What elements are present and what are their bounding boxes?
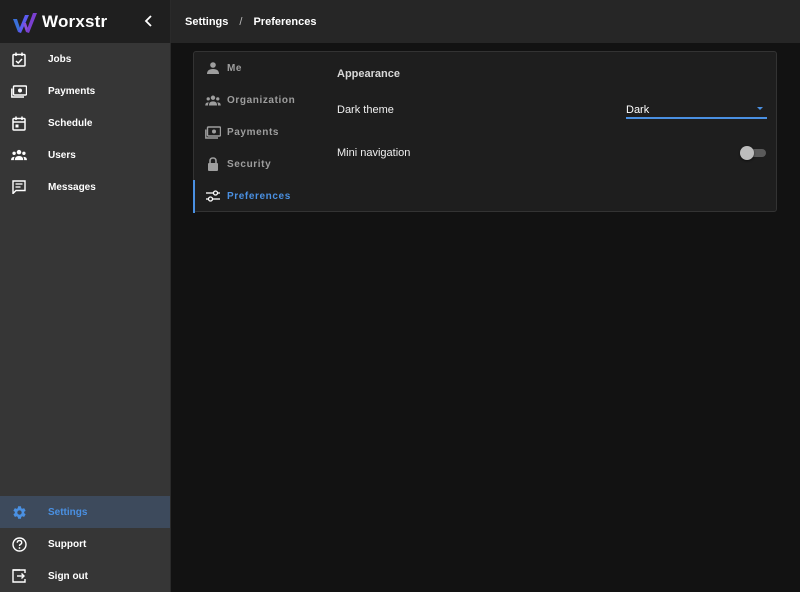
- sidebar-item-users[interactable]: Users: [0, 139, 170, 171]
- sidebar-item-payments[interactable]: Payments: [0, 75, 170, 107]
- dark-theme-select[interactable]: Dark: [626, 102, 767, 119]
- brand-header: Worxstr: [0, 0, 170, 43]
- tab-label: Organization: [227, 94, 296, 106]
- tab-label: Me: [227, 62, 243, 74]
- breadcrumb-root[interactable]: Settings: [185, 16, 228, 28]
- breadcrumb-current: Preferences: [253, 15, 317, 28]
- tab-me[interactable]: Me: [194, 52, 326, 84]
- cash-icon: [205, 124, 221, 140]
- breadcrumb-separator: /: [239, 15, 243, 28]
- sidebar-item-label: Sign out: [48, 570, 88, 582]
- sidebar-item-label: Messages: [48, 181, 96, 193]
- sidebar-item-label: Payments: [48, 85, 96, 97]
- users-icon: [11, 147, 27, 163]
- sidebar-item-label: Schedule: [48, 117, 93, 129]
- help-icon: [11, 536, 27, 552]
- sidebar: Worxstr Jobs Payments Schedule Users Mes…: [0, 0, 171, 592]
- sidebar-item-messages[interactable]: Messages: [0, 171, 170, 203]
- gear-icon: [11, 504, 27, 520]
- settings-panel: Me Organization Payments Security Prefer…: [193, 51, 777, 213]
- sidebar-item-jobs[interactable]: Jobs: [0, 43, 170, 75]
- sidebar-item-support[interactable]: Support: [0, 528, 170, 560]
- tab-organization[interactable]: Organization: [194, 84, 326, 116]
- worxstr-logo: [13, 12, 37, 33]
- chevron-left-icon: [144, 15, 152, 27]
- sidebar-item-label: Users: [48, 149, 76, 161]
- settings-subnav: Me Organization Payments Security Prefer…: [193, 52, 326, 213]
- dark-theme-label: Dark theme: [337, 104, 394, 116]
- sliders-icon: [205, 188, 221, 204]
- dark-theme-value: Dark: [626, 104, 650, 116]
- toggle-knob: [740, 146, 754, 160]
- tab-payments[interactable]: Payments: [194, 116, 326, 148]
- lock-icon: [205, 156, 221, 172]
- sidebar-bottom-nav: Settings Support Sign out: [0, 496, 170, 592]
- organization-icon: [205, 92, 221, 108]
- sidebar-item-settings[interactable]: Settings: [0, 496, 170, 528]
- sidebar-item-schedule[interactable]: Schedule: [0, 107, 170, 139]
- tab-security[interactable]: Security: [194, 148, 326, 180]
- sidebar-item-label: Support: [48, 538, 87, 550]
- collapse-sidebar-button[interactable]: [140, 12, 158, 30]
- cash-icon: [11, 83, 27, 99]
- section-title: Appearance: [337, 68, 400, 80]
- calendar-icon: [11, 115, 27, 131]
- mini-navigation-toggle[interactable]: [740, 146, 766, 160]
- sidebar-item-label: Settings: [48, 506, 88, 518]
- brand-name: Worxstr: [42, 11, 108, 31]
- sidebar-item-label: Jobs: [48, 53, 72, 65]
- calendar-check-icon: [11, 51, 27, 67]
- message-icon: [11, 179, 27, 195]
- person-icon: [205, 60, 221, 76]
- sidebar-item-sign-out[interactable]: Sign out: [0, 560, 170, 592]
- tab-label: Preferences: [227, 190, 291, 202]
- mini-navigation-label: Mini navigation: [337, 147, 411, 159]
- sidebar-main-nav: Jobs Payments Schedule Users Messages: [0, 43, 170, 203]
- dropdown-arrow-icon: [757, 107, 763, 110]
- breadcrumb: Settings / Preferences: [171, 0, 800, 43]
- tab-preferences[interactable]: Preferences: [193, 180, 326, 213]
- tab-label: Security: [227, 158, 272, 170]
- tab-label: Payments: [227, 126, 280, 138]
- sign-out-icon: [11, 568, 27, 584]
